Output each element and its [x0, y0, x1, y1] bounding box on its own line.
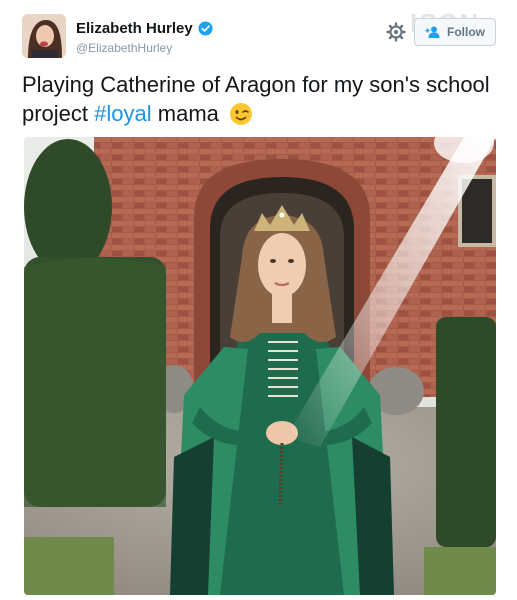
author-avatar[interactable] — [22, 14, 66, 58]
author-handle[interactable]: @ElizabethHurley — [76, 41, 172, 55]
photo-attachment[interactable] — [24, 137, 496, 595]
tweet-card: Elizabeth Hurley @ElizabethHurley ICON F… — [0, 0, 517, 600]
tweet-text-after: mama — [151, 101, 219, 126]
author-name-row: Elizabeth Hurley — [76, 20, 213, 37]
tweet-text-before: Playing Catherine of Aragon for my son's… — [22, 72, 490, 126]
hashtag-link[interactable]: #loyal — [94, 101, 151, 126]
gear-icon[interactable] — [386, 22, 406, 42]
add-user-icon — [425, 26, 440, 38]
author-display-name[interactable]: Elizabeth Hurley — [76, 20, 193, 37]
tweet-text: Playing Catherine of Aragon for my son's… — [22, 70, 492, 128]
avatar-image — [22, 14, 66, 58]
verified-badge-icon — [198, 21, 213, 36]
follow-label: Follow — [447, 25, 485, 39]
follow-button[interactable]: Follow — [414, 18, 496, 46]
photo-image — [24, 137, 496, 595]
winking-face-icon — [230, 103, 253, 125]
